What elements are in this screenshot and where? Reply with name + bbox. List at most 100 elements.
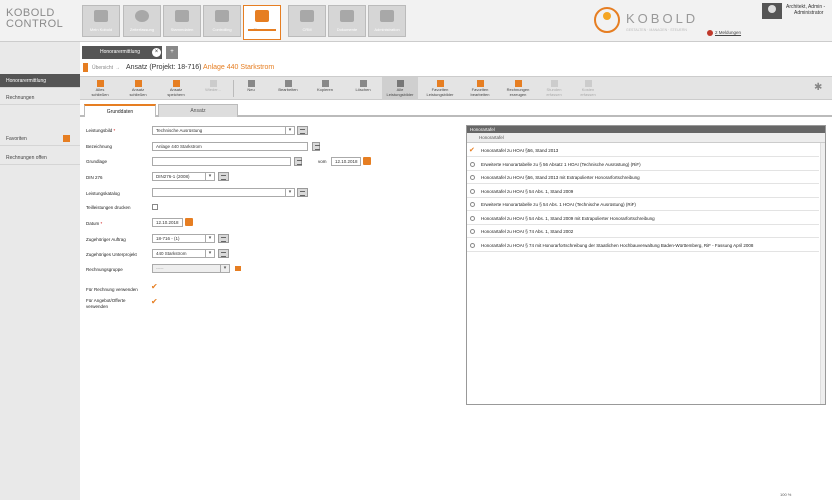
nav-dokumente[interactable]: Dokumente (328, 5, 366, 37)
bezeichnung-text-button[interactable] (312, 142, 320, 151)
fuer-angebot-checkbox[interactable]: ✔ (151, 298, 158, 306)
honorartafel-column-header: Honorartafel (467, 133, 825, 143)
network-icon (175, 10, 189, 22)
list-item-label: Honorartafel zu HOAI §56, Stand 2013 (481, 148, 559, 153)
radio-button[interactable] (470, 202, 475, 207)
unterprojekt-list-button[interactable] (218, 249, 229, 258)
leistungsbild-select[interactable]: Technische Ausrüstung ▾ (152, 126, 295, 135)
plus-icon (247, 80, 255, 87)
auftrag-select[interactable]: 18-716 - (1) ▾ (152, 234, 215, 243)
list-item[interactable]: Erweiterte Honorartabelle zu § 56 Absatz… (467, 158, 819, 171)
sidebar-item-rechnungen-offen[interactable]: Rechnungen offen (0, 151, 80, 165)
list-item[interactable]: Honorartafel zu HOAI § 74 Abs. 1, Stand … (467, 225, 819, 238)
leistungsbild-label: Leistungsbild * (86, 128, 116, 133)
fuer-rechnung-checkbox[interactable]: ✔ (151, 283, 158, 291)
breadcrumb-detail: Anlage 440 Starkstrom (203, 64, 275, 71)
teilleistungen-checkbox[interactable] (152, 204, 158, 210)
nav-stammdaten[interactable]: Stammdaten (163, 5, 201, 37)
tab-grunddaten[interactable]: Grunddaten (84, 104, 156, 117)
calendar-icon[interactable] (363, 157, 371, 165)
vom-date-input[interactable]: 12.10.2018 (331, 157, 361, 166)
trash-icon (359, 80, 367, 87)
chevron-down-icon: ▾ (285, 189, 294, 196)
bezeichnung-input[interactable]: Anlage 440 Starkstrom (152, 142, 308, 151)
delete-button[interactable]: Löschen (345, 77, 381, 100)
record-hours-button[interactable]: Stunden erfassen (538, 77, 570, 100)
radio-button[interactable] (470, 229, 475, 234)
radio-button[interactable] (470, 215, 475, 221)
alert-icon (707, 30, 713, 36)
leistungskatalog-list-button[interactable] (297, 188, 308, 197)
avatar[interactable] (762, 3, 782, 19)
add-tab-button[interactable]: + (166, 46, 178, 59)
tab-ansatz[interactable]: Ansatz (158, 104, 238, 117)
restore-icon (209, 80, 217, 87)
sidebar-item-favoriten[interactable]: Favoriten (0, 132, 80, 146)
list-item[interactable]: Erweiterte Honorartabelle zu § 54 Abs. 1… (467, 198, 819, 211)
star-edit-icon (476, 80, 484, 87)
document-icon (340, 10, 354, 22)
auftrag-list-button[interactable] (218, 234, 229, 243)
copy-icon (321, 80, 329, 87)
nav-administration[interactable]: Administration (368, 5, 406, 37)
grundlage-text-button[interactable] (294, 157, 302, 166)
close-icon[interactable]: × (152, 48, 161, 57)
scrollbar[interactable] (820, 143, 825, 404)
restore-button[interactable]: Wieder... (196, 77, 230, 100)
messages-link[interactable]: 2 Meldungen (707, 30, 741, 36)
close-estimate-button[interactable]: Ansatz schließen (120, 77, 156, 100)
edit-favorites-button[interactable]: Favoriten bearbeiten (462, 77, 498, 100)
create-invoices-button[interactable]: Rechnungen erzeugen (500, 77, 536, 100)
list-item-label: Erweiterte Honorartabelle zu § 54 Abs. 1… (481, 202, 636, 207)
din276-select[interactable]: DIN276-1 (2008) ▾ (152, 172, 215, 181)
sidebar-item-honorarermittlung[interactable]: Honorarermittlung (0, 74, 80, 88)
teilleistungen-label: Teilleistungen drucken (86, 205, 131, 210)
all-services-button[interactable]: Alle Leistungsbilder (382, 77, 418, 100)
leistungsbild-list-button[interactable] (297, 126, 308, 135)
nav-honorare[interactable]: Honorare (243, 5, 281, 40)
coins-icon (255, 10, 269, 22)
list-item[interactable]: ✔ Honorartafel zu HOAI §56, Stand 2013 (467, 144, 819, 157)
breadcrumb-overview-link[interactable]: Übersicht (92, 65, 113, 71)
gear-icon[interactable]: ✱ (814, 83, 824, 93)
list-item[interactable]: Honorartafel zu HOAI § 54 Abs. 1, Stand … (467, 185, 819, 198)
radio-button[interactable] (470, 188, 475, 194)
star-icon (436, 80, 444, 87)
tab-honorarermittlung[interactable]: Honorarermittlung × (82, 46, 162, 59)
chart-icon (215, 10, 229, 22)
favorites-icon (63, 135, 70, 142)
list-item[interactable]: Honorartafel zu HOAI § 54 Abs. 1, Stand … (467, 212, 819, 225)
list-item[interactable]: Honorartafel zu HOAI § 74 mit Honorarfor… (467, 239, 819, 252)
grundlage-label: Grundlage (86, 159, 108, 164)
din276-label: DIN 276 (86, 175, 103, 180)
nav-zeiterfassung[interactable]: Zeiterfassung (123, 5, 161, 37)
favorite-services-button[interactable]: Favoriten Leistungsbilder (420, 77, 460, 100)
calendar-icon[interactable] (185, 218, 193, 226)
selected-check-icon[interactable]: ✔ (469, 144, 475, 156)
save-estimate-button[interactable]: Ansatz speichern (158, 77, 194, 100)
unterprojekt-select[interactable]: 440 Starkstrom ▾ (152, 249, 215, 258)
edit-button[interactable]: Bearbeiten (270, 77, 306, 100)
rechnungsgruppe-select[interactable]: ----- ▾ (152, 264, 230, 273)
new-button[interactable]: Neu (235, 77, 267, 100)
record-costs-button[interactable]: Kosten erfassen (572, 77, 604, 100)
grundlage-input[interactable] (152, 157, 291, 166)
radio-button[interactable] (470, 242, 475, 248)
back-arrow-icon[interactable] (83, 62, 88, 72)
din276-list-button[interactable] (218, 172, 229, 181)
nav-mein-kobold[interactable]: Mein Kobold (82, 5, 120, 37)
remove-group-icon[interactable] (235, 266, 241, 271)
list-item[interactable]: Honorartafel zu HOAI §56, Stand 2013 mit… (467, 171, 819, 184)
home-icon (94, 10, 108, 22)
copy-button[interactable]: Kopieren (308, 77, 342, 100)
nav-crm[interactable]: CRM (288, 5, 326, 37)
honorartafel-panel: Honorartafel Honorartafel ✔ Honorartafel … (466, 125, 826, 405)
nav-controlling[interactable]: Controlling (203, 5, 241, 37)
radio-button[interactable] (470, 161, 475, 167)
close-all-button[interactable]: Alles schließen (82, 77, 118, 100)
sidebar-item-rechnungen[interactable]: Rechnungen (0, 91, 80, 105)
datum-input[interactable]: 12.10.2018 (152, 218, 183, 227)
sub-tab-bar: Grunddaten Ansatz (80, 103, 832, 117)
leistungskatalog-select[interactable]: ▾ (152, 188, 295, 197)
radio-button[interactable] (470, 175, 475, 180)
